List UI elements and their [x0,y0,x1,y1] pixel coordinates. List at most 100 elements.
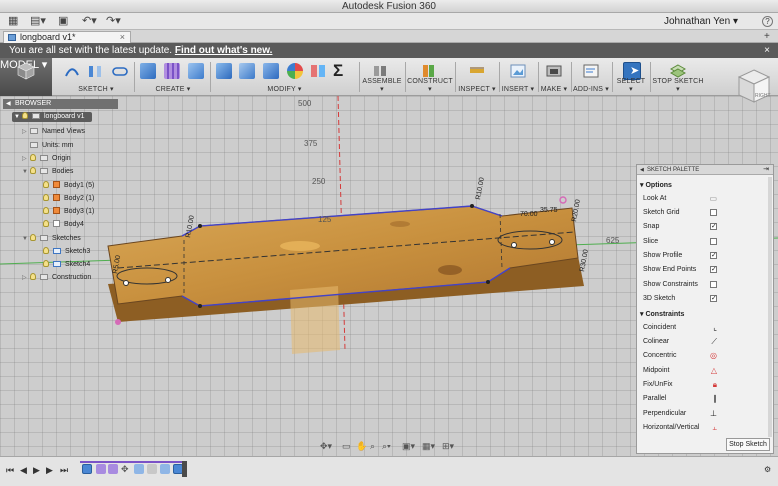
browser-item-sketch3[interactable]: Sketch3 [43,247,90,257]
option-slice[interactable]: Slice [643,238,765,245]
show-profile-checkbox[interactable]: ✓ [710,252,717,259]
dimension-70[interactable]: 70.00 [520,211,538,218]
horizontal-vertical-icon[interactable]: ⫠ [712,423,717,433]
file-icon[interactable]: ▤▾ [30,15,46,28]
option-sketch-grid[interactable]: Sketch Grid [643,209,765,216]
timeline-sketch-icon[interactable] [82,464,92,474]
option-snap[interactable]: Snap ✓ [643,223,765,230]
timeline-settings-icon[interactable]: ⚙ [764,465,771,474]
perpendicular-icon[interactable]: ⊥ [710,409,717,418]
grid-icon[interactable]: ▦ [8,15,18,28]
add-tab-icon[interactable]: + [764,31,770,42]
sketch-point[interactable] [198,224,202,228]
timeline-marker[interactable] [182,461,187,477]
browser-item-sketch4[interactable]: Sketch4 [43,260,90,270]
sketch-point[interactable] [470,204,474,208]
sketch-point[interactable] [165,277,171,283]
pan-icon[interactable]: ✋ [356,441,367,452]
timeline-move-icon[interactable]: ✥ [121,464,131,474]
timeline-sketch-icon[interactable] [160,464,170,474]
zoom-fit-icon[interactable]: ⌕▾ [382,441,391,452]
show-end-points-checkbox[interactable]: ✓ [710,266,717,273]
sketch-point[interactable] [198,304,202,308]
viewcube[interactable]: RIGHT [737,68,771,104]
option-show-constraints[interactable]: Show Constraints [643,281,765,288]
dimension-35[interactable]: 35.75 [540,207,558,214]
browser-item-body2[interactable]: Body2 (1) [43,194,94,204]
display-settings-icon[interactable]: ▣▾ [402,441,415,452]
browser-item-body1[interactable]: Body1 (5) [43,181,94,191]
insert-group[interactable]: INSERT ▾ [500,58,536,96]
save-icon[interactable]: ▣ [58,15,68,28]
snap-checkbox[interactable]: ✓ [710,223,717,230]
option-3d-sketch[interactable]: 3D Sketch ✓ [643,295,765,302]
show-constraints-checkbox[interactable] [710,281,717,288]
constraint-midpoint[interactable]: Midpoint △ [643,366,765,375]
addins-group[interactable]: ADD-INS ▾ [572,58,610,96]
timeline-next-button[interactable]: ▶ [46,465,53,476]
timeline-extrude-icon[interactable] [134,464,144,474]
timeline-split-icon[interactable] [147,464,157,474]
construct-group[interactable]: CONSTRUCT ▾ [407,58,453,96]
undo-icon[interactable]: ↶▾ [82,15,97,28]
timeline-form-icon[interactable] [108,464,118,474]
timeline-last-button[interactable]: ⏭ [60,465,68,476]
inspect-group[interactable]: INSPECT ▾ [457,58,497,96]
select-group[interactable]: ➤ SELECT ▾ [614,58,648,96]
tab-longboard[interactable]: longboard v1* × [3,31,131,43]
stop-sketch-button[interactable]: Stop Sketch [726,438,770,451]
browser-item-origin[interactable]: ▷ Origin [22,154,71,164]
origin-point[interactable] [559,196,567,204]
help-icon[interactable]: ? [762,16,773,27]
options-section-title[interactable]: ▾ Options [640,181,672,189]
browser-root[interactable]: ▼ longboard v1 [12,112,93,122]
browser-item-body3[interactable]: Body3 (1) [43,207,94,217]
sketch-point[interactable] [123,280,129,286]
option-look-at[interactable]: Look At ▭ [643,194,765,203]
constraint-colinear[interactable]: Colinear ⟋ [643,337,765,347]
constraint-coincident[interactable]: Coincident ⌞ [643,323,765,332]
redo-icon[interactable]: ↷▾ [106,15,121,28]
collapse-icon[interactable]: ◀ [640,165,644,175]
timeline-play-button[interactable]: ▶ [33,465,40,476]
slice-checkbox[interactable] [710,238,717,245]
create-group[interactable]: CREATE ▾ [138,58,208,96]
dimension-r30[interactable]: R30.00 [579,249,590,273]
sketch-point[interactable] [549,239,555,245]
browser-item-bodies[interactable]: ▼ Bodies [22,167,73,177]
user-menu[interactable]: Johnathan Yen ▾ [664,16,738,27]
look-at-icon[interactable]: ▭ [709,194,717,203]
close-tab-icon[interactable]: × [120,32,125,43]
sketch-3d-checkbox[interactable]: ✓ [710,295,717,302]
lock-icon[interactable]: 🔒︎ [713,380,717,390]
palette-options-icon[interactable]: ⇥ [763,165,769,175]
constraint-perpendicular[interactable]: Perpendicular ⊥ [643,409,765,418]
sketch-group[interactable]: SKETCH ▾ [60,58,132,96]
browser-item-named-views[interactable]: ▷ Named Views [22,127,85,137]
option-show-end-points[interactable]: Show End Points ✓ [643,266,765,273]
assemble-group[interactable]: ASSEMBLE ▾ [361,58,403,96]
parallel-icon[interactable]: ∥ [713,394,717,403]
constraint-fix[interactable]: Fix/UnFix 🔒︎ [643,380,765,390]
collapse-icon[interactable]: ◀ [6,99,11,109]
timeline-prev-button[interactable]: ◀ [20,465,27,476]
browser-item-construction[interactable]: ▷ Construction [22,273,91,283]
browser-item-sketches[interactable]: ▼ Sketches [22,234,81,244]
coincident-icon[interactable]: ⌞ [713,323,717,332]
stop-sketch-group[interactable]: STOP SKETCH ▾ [652,58,704,96]
sketch-point[interactable] [511,242,517,248]
colinear-icon[interactable]: ⟋ [711,337,717,347]
zoom-icon[interactable]: ⌕ [370,441,375,452]
close-notice-icon[interactable]: × [764,43,770,58]
browser-item-body4[interactable]: Body4 [43,220,84,230]
origin-point[interactable] [115,319,121,325]
constraint-parallel[interactable]: Parallel ∥ [643,394,765,403]
constraint-horizontal-vertical[interactable]: Horizontal/Vertical ⫠ [643,423,765,433]
concentric-icon[interactable]: ◎ [710,351,717,360]
option-show-profile[interactable]: Show Profile ✓ [643,252,765,259]
sketch-point[interactable] [486,280,490,284]
constraint-concentric[interactable]: Concentric ◎ [643,351,765,360]
notice-link[interactable]: Find out what's new. [175,45,273,56]
constraints-section-title[interactable]: ▾ Constraints [640,310,684,318]
dimension-r10-right[interactable]: R10.00 [475,177,486,201]
